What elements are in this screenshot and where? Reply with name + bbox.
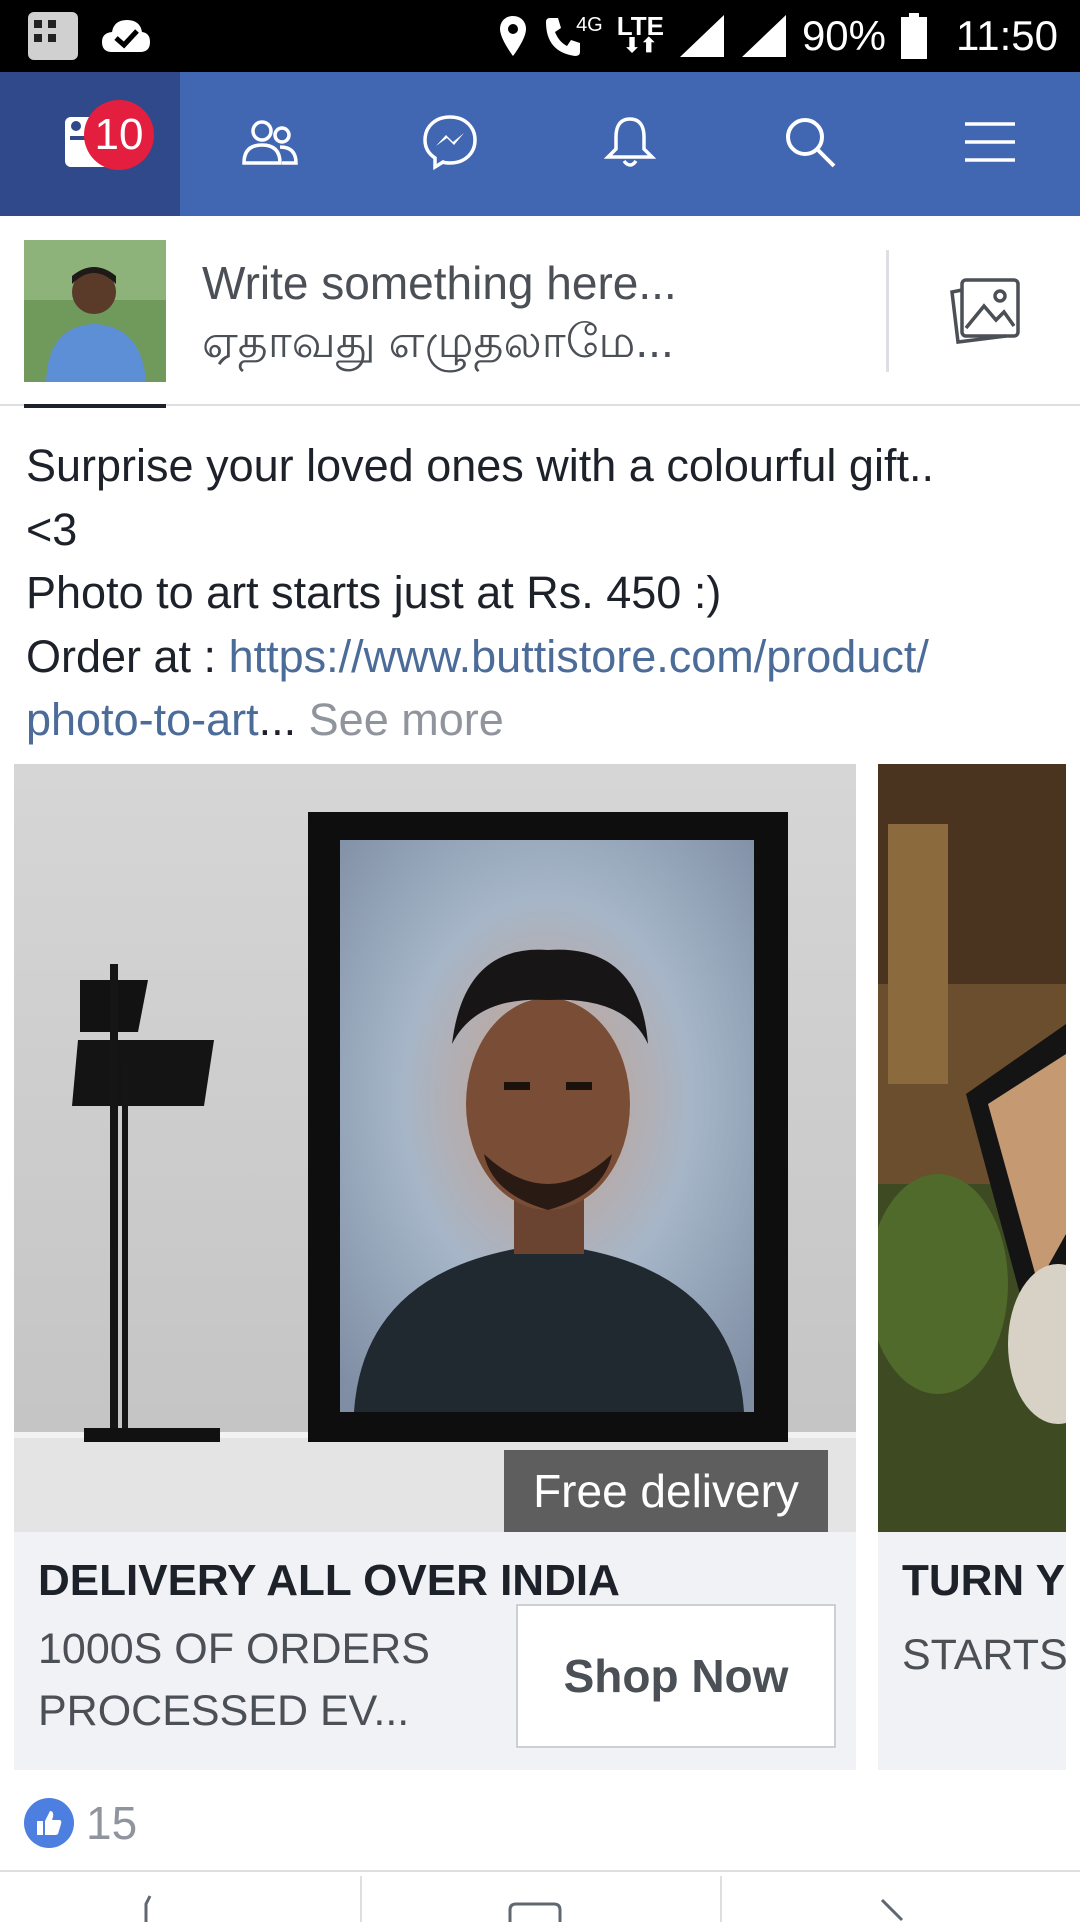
post-body: Surprise your loved ones with a colourfu… — [26, 434, 1066, 752]
card-description-line-1: 1000S OF ORDERS — [38, 1625, 430, 1673]
action-divider — [360, 1876, 362, 1922]
like-reaction-icon — [24, 1798, 74, 1848]
battery-icon — [900, 12, 928, 60]
post-line-2: <3 — [26, 503, 78, 555]
battery-percent: 90% — [801, 12, 886, 59]
network-label: 4G — [576, 14, 603, 36]
photo-icon — [948, 276, 1022, 351]
free-delivery-label: Free delivery — [504, 1450, 828, 1532]
menu-icon — [963, 120, 1017, 169]
ellipsis: ... — [258, 694, 297, 745]
signal-icon-1 — [678, 13, 726, 59]
composer-prompt-english: Write something here... — [202, 257, 677, 309]
composer-divider — [886, 250, 889, 372]
nav-tab-friends[interactable] — [180, 72, 360, 216]
location-icon — [498, 14, 528, 58]
avatar[interactable] — [24, 240, 166, 382]
gallery-notification-icon — [26, 10, 80, 67]
avatar-underline — [24, 404, 166, 408]
card-description-next: STARTS — [902, 1631, 1066, 1679]
top-nav-bar: 10 — [0, 72, 1080, 216]
clock: 11:50 — [956, 12, 1058, 59]
bell-icon — [603, 113, 657, 176]
order-prefix: Order at : — [26, 630, 229, 682]
nav-tab-notifications[interactable] — [540, 72, 720, 216]
lte-label: LTE — [616, 11, 664, 41]
composer-prompt-tamil: ஏதாவது எழுதலாமே... — [202, 315, 674, 367]
order-link[interactable]: https://www.buttistore.com/product/ — [229, 631, 929, 682]
like-button-icon[interactable] — [136, 1894, 162, 1927]
composer-prompt[interactable]: Write something here... ஏதாவது எழுதலாமே.… — [202, 254, 677, 370]
data-arrows-icon: ⬇⬆ — [623, 35, 658, 57]
friends-icon — [240, 117, 300, 172]
post-line-order: Order at : https://www.buttistore.com/pr… — [26, 625, 1066, 689]
card-headline-next[interactable]: TURN Y — [902, 1534, 1065, 1628]
post-line-1: Surprise your loved ones with a colourfu… — [26, 440, 934, 491]
card-description-line-2: PROCESSED EV... — [38, 1687, 410, 1735]
post-line-3: Photo to art starts just at Rs. 450 :) — [26, 567, 722, 618]
comment-button-icon[interactable] — [508, 1902, 562, 1927]
nav-tab-news-feed[interactable]: 10 — [0, 72, 180, 216]
post-action-bar — [0, 1870, 1080, 1922]
cloud-check-icon — [100, 16, 152, 61]
shop-now-button[interactable]: Shop Now — [516, 1604, 836, 1748]
order-link-continued[interactable]: photo-to-art — [26, 694, 259, 745]
carousel-card[interactable]: Free delivery DELIVERY ALL OVER INDIA 10… — [14, 764, 856, 1770]
see-more-link[interactable]: See more — [309, 694, 504, 745]
nav-tab-search[interactable] — [720, 72, 900, 216]
reactions-summary[interactable]: 15 — [24, 1796, 137, 1850]
add-photo-button[interactable] — [940, 268, 1030, 358]
product-image[interactable]: Free delivery — [14, 764, 856, 1532]
messenger-icon — [421, 113, 479, 176]
share-button-icon[interactable] — [880, 1896, 920, 1927]
signal-icon-2 — [740, 13, 788, 59]
lte-indicator: LTE ⬇⬆ — [616, 11, 664, 57]
product-image-next[interactable] — [878, 764, 1066, 1532]
card-description: 1000S OF ORDERS PROCESSED EV... — [38, 1618, 478, 1742]
wifi-call-icon: 4G — [542, 14, 603, 58]
post-line-5: photo-to-art... See more — [26, 688, 1066, 752]
nav-tab-menu[interactable] — [900, 72, 1080, 216]
post-composer: Write something here... ஏதாவது எழுதலாமே.… — [0, 216, 1080, 408]
nav-tab-messenger[interactable] — [360, 72, 540, 216]
reaction-count: 15 — [86, 1797, 138, 1849]
notification-badge: 10 — [84, 100, 154, 170]
search-icon — [782, 114, 838, 175]
status-bar: 4G LTE ⬇⬆ 90% 11:50 — [0, 0, 1080, 72]
action-divider — [720, 1876, 722, 1922]
carousel-card-next[interactable]: TURN Y STARTS — [878, 764, 1066, 1770]
